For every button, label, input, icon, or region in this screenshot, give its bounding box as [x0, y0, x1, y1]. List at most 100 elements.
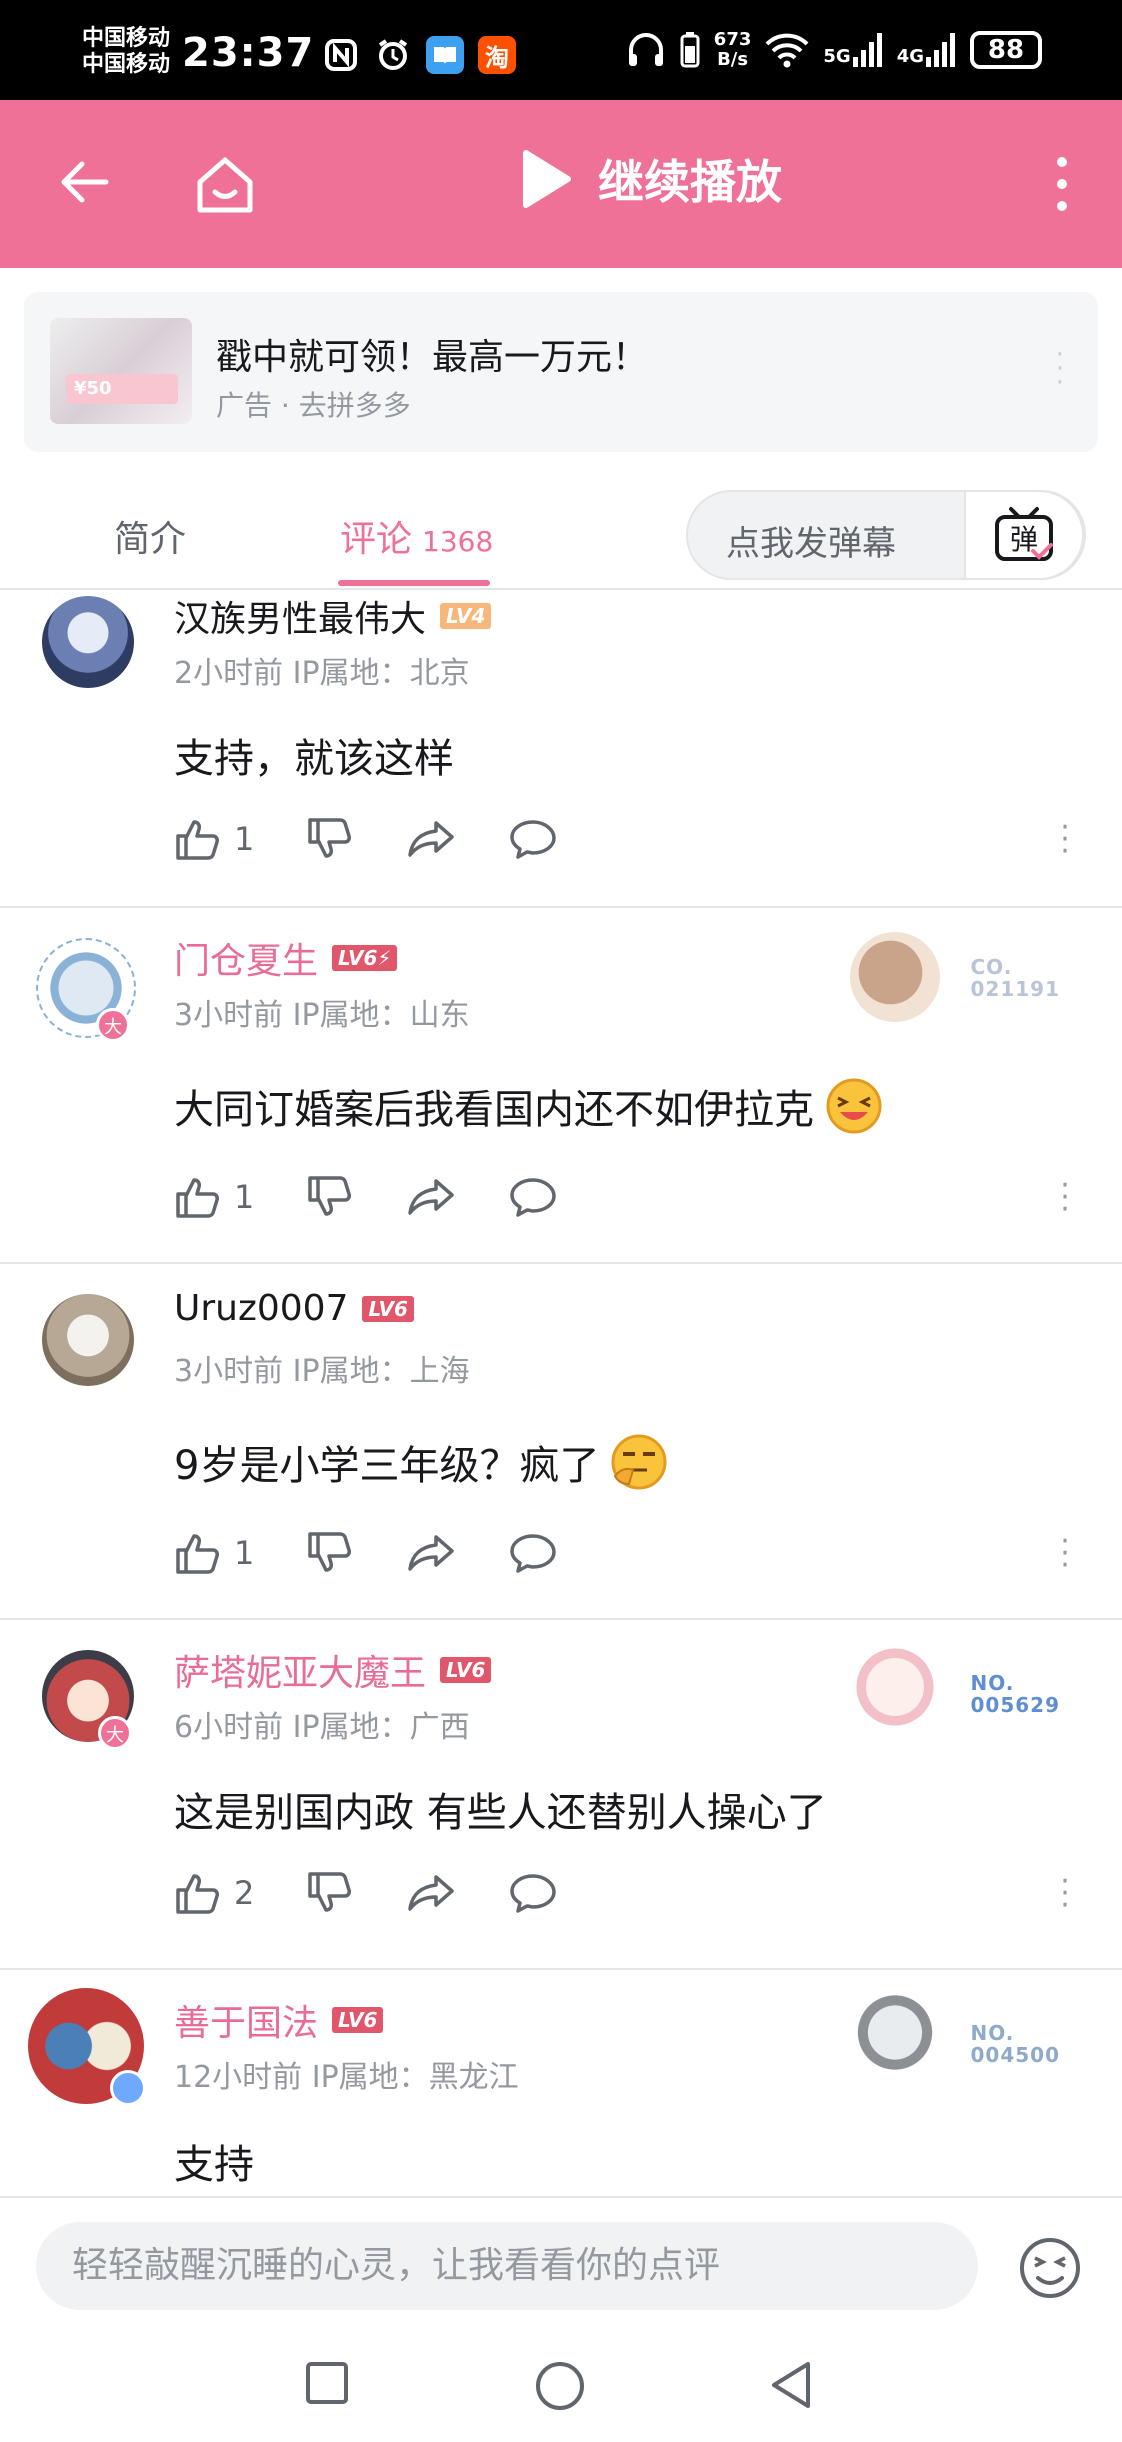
thumbs-up-icon	[176, 1178, 219, 1218]
ad-subtitle: 广告 · 去拼多多	[216, 389, 411, 422]
danmaku-toggle-button[interactable]: 弹	[964, 490, 1084, 580]
reply-button[interactable]	[508, 818, 558, 860]
book-app-icon	[426, 36, 464, 74]
thumbs-down-icon	[308, 1532, 352, 1572]
share-icon	[408, 1535, 455, 1571]
username[interactable]: 汉族男性最伟大 LV4	[174, 590, 492, 642]
share-icon	[408, 821, 455, 857]
network-speed: 673 B/s	[713, 29, 752, 70]
continue-play-label: 继续播放	[598, 155, 782, 209]
dislike-button[interactable]	[306, 1174, 354, 1220]
status-app-icons: 淘	[322, 36, 516, 74]
more-options-button[interactable]	[1050, 156, 1074, 216]
thinking-emoji-icon	[611, 1434, 667, 1490]
username[interactable]: 萨塔妮亚大魔王 LV6	[174, 1644, 492, 1696]
recents-button[interactable]	[304, 2360, 350, 2410]
circle-home-icon	[536, 2362, 584, 2410]
comment-meta: 12小时前 IP属地：黑龙江	[174, 2060, 519, 2095]
like-button[interactable]: 2	[174, 1870, 254, 1916]
comment-more-icon[interactable]: · · ·	[1060, 813, 1070, 867]
video-top-bar: 继续播放	[0, 100, 1122, 268]
level-badge: LV4	[440, 603, 492, 629]
level-badge: LV6	[332, 2007, 384, 2033]
dislike-button[interactable]	[306, 1530, 354, 1576]
laughing-emoji-icon	[826, 1078, 882, 1134]
carrier-label: 中国移动 中国移动	[82, 26, 171, 77]
comment-more-icon[interactable]: · · ·	[1060, 1171, 1070, 1225]
reply-button[interactable]	[508, 1872, 558, 1914]
share-button[interactable]	[406, 1177, 456, 1217]
system-nav-bar	[0, 2332, 1122, 2442]
comment-meta: 2小时前 IP属地：北京	[174, 656, 470, 691]
signal-4g: 4G	[897, 33, 956, 67]
username[interactable]: Uruz0007 LV6	[174, 1288, 414, 1329]
reply-button[interactable]	[508, 1532, 558, 1574]
share-button[interactable]	[406, 1533, 456, 1573]
dislike-button[interactable]	[306, 816, 354, 862]
comment-item: Uruz0007 LV6 3小时前 IP属地：上海 9岁是小学三年级？疯了 1 …	[0, 1264, 1122, 1620]
share-icon	[408, 1179, 455, 1215]
tab-intro[interactable]: 简介	[114, 510, 186, 562]
share-button[interactable]	[406, 819, 456, 859]
send-danmaku-button[interactable]: 点我发弹幕 弹	[686, 490, 1086, 580]
thumbs-up-icon	[176, 820, 219, 860]
home-nav-button[interactable]	[534, 2360, 586, 2416]
alarm-icon	[374, 36, 412, 74]
comment-meta: 3小时前 IP属地：上海	[174, 1354, 470, 1389]
danmaku-icon: 弹	[995, 507, 1053, 561]
comment-item: 善于国法 LV6 12小时前 IP属地：黑龙江 NO. 004500 支持	[0, 1970, 1122, 2196]
thumbs-up-icon	[176, 1534, 219, 1574]
comment-more-icon[interactable]: · · ·	[1060, 1527, 1070, 1581]
taobao-app-icon: 淘	[478, 36, 516, 74]
dislike-button[interactable]	[306, 1870, 354, 1916]
verified-badge	[110, 2070, 146, 2106]
continue-play-button[interactable]: 继续播放	[520, 146, 782, 212]
share-button[interactable]	[406, 1873, 456, 1913]
level-badge: LV6⚡	[332, 945, 398, 971]
home-button[interactable]	[194, 154, 256, 220]
ad-more-icon[interactable]: · · ·	[1056, 342, 1064, 396]
comment-text: 支持，就该这样	[174, 736, 454, 782]
back-nav-button[interactable]	[768, 2360, 814, 2414]
play-icon	[523, 150, 571, 208]
battery-small-icon	[680, 32, 700, 68]
like-button[interactable]: 1	[174, 816, 254, 862]
comment-item: 汉族男性最伟大 LV4 2小时前 IP属地：北京 支持，就该这样 1 · · ·	[0, 590, 1122, 908]
triangle-back-icon	[772, 2362, 810, 2408]
reply-bubble-icon	[510, 1874, 557, 1913]
avatar[interactable]	[42, 596, 134, 688]
comment-actions: 2	[174, 1870, 610, 1916]
like-button[interactable]: 1	[174, 1530, 254, 1576]
nfc-icon	[322, 36, 360, 74]
tab-comments-label: 评论	[340, 519, 413, 560]
emoji-button[interactable]	[1018, 2236, 1082, 2304]
comment-more-icon[interactable]: · · ·	[1060, 1867, 1070, 1921]
ad-banner[interactable]: ¥50 戳中就可领！最高一万元！ 广告 · 去拼多多 · · ·	[24, 292, 1098, 452]
back-button[interactable]	[56, 154, 112, 214]
username[interactable]: 善于国法 LV6	[174, 1994, 384, 2046]
comment-item: 大 门仓夏生 LV6⚡ 3小时前 IP属地：山东 CO. 021191 大同订婚案…	[0, 908, 1122, 1264]
square-recents-icon	[306, 2362, 348, 2404]
fan-medal-image	[850, 932, 940, 1022]
avatar[interactable]	[42, 1294, 134, 1386]
status-right: 673 B/s 5G 4G 88	[626, 30, 1042, 70]
like-button[interactable]: 1	[174, 1174, 254, 1220]
fan-medal-image	[850, 1992, 940, 2082]
fan-number: NO. 005629	[970, 1671, 1060, 1717]
comment-input-bar: 轻轻敲醒沉睡的心灵，让我看看你的点评	[0, 2196, 1122, 2332]
comment-actions: 1	[174, 1530, 610, 1576]
username[interactable]: 门仓夏生 LV6⚡	[174, 932, 398, 984]
share-icon	[408, 1875, 455, 1911]
headphones-icon	[628, 33, 663, 66]
reply-button[interactable]	[508, 1176, 558, 1218]
comment-meta: 3小时前 IP属地：山东	[174, 998, 470, 1033]
ad-image: ¥50	[50, 318, 192, 424]
ad-coupon: ¥50	[66, 374, 178, 404]
signal-5g: 5G	[823, 33, 882, 67]
ad-title: 戳中就可领！最高一万元！	[216, 337, 649, 378]
comment-actions: 1	[174, 816, 610, 862]
active-tab-indicator	[338, 580, 490, 586]
tab-comments[interactable]: 评论 1368	[340, 510, 493, 562]
level-badge: LV6	[440, 1657, 492, 1683]
comment-input[interactable]: 轻轻敲醒沉睡的心灵，让我看看你的点评	[36, 2222, 978, 2310]
